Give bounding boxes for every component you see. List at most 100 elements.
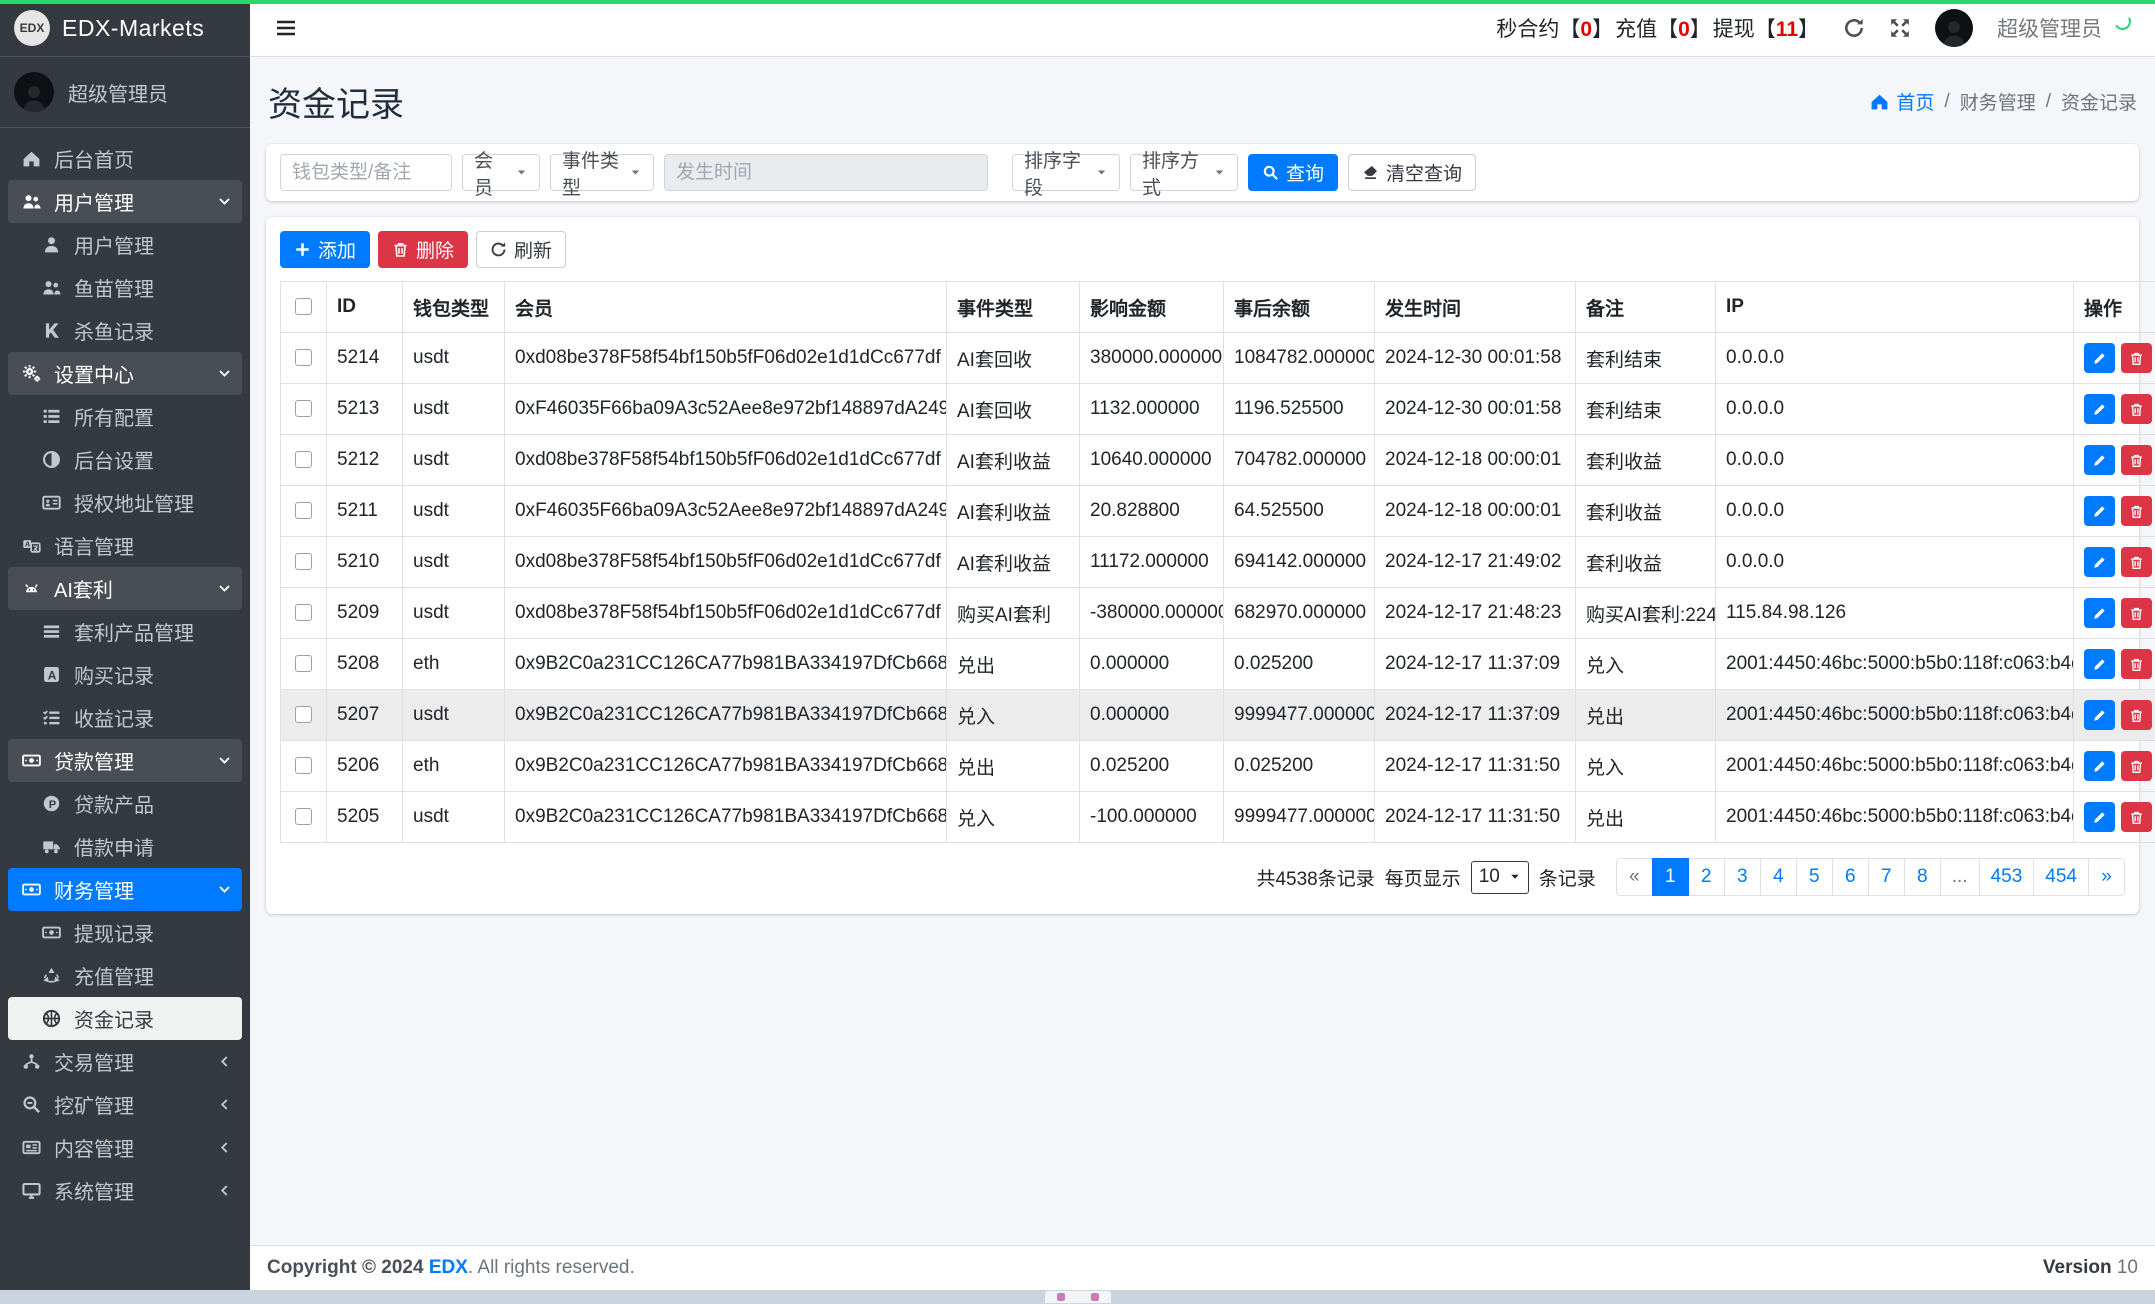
sidebar-item-内容管理[interactable]: 内容管理 [8, 1126, 242, 1169]
event-type-select[interactable]: 事件类型 [550, 154, 654, 191]
menu-toggle-icon[interactable] [274, 16, 298, 40]
sidebar-item-授权地址管理[interactable]: 授权地址管理 [8, 481, 242, 524]
delete-row-button[interactable] [2121, 598, 2152, 628]
delete-row-button[interactable] [2121, 547, 2152, 577]
alert-stat-提现[interactable]: 提现【11】 [1713, 13, 1819, 43]
refresh-button[interactable]: 刷新 [476, 231, 566, 268]
row-checkbox[interactable] [295, 400, 312, 417]
page-button-1[interactable]: 1 [1652, 858, 1689, 896]
sidebar-item-购买记录[interactable]: A购买记录 [8, 653, 242, 696]
page-button-7[interactable]: 7 [1868, 858, 1905, 896]
sidebar-item-资金记录[interactable]: 资金记录 [8, 997, 242, 1040]
edit-row-button[interactable] [2084, 700, 2115, 730]
row-checkbox[interactable] [295, 349, 312, 366]
svg-text:A: A [25, 540, 31, 549]
row-checkbox[interactable] [295, 808, 312, 825]
delete-row-button[interactable] [2121, 445, 2152, 475]
sidebar-item-充值管理[interactable]: 充值管理 [8, 954, 242, 997]
topbar-avatar[interactable] [1935, 9, 1973, 47]
sidebar-item-语言管理[interactable]: A语言管理 [8, 524, 242, 567]
row-checkbox[interactable] [295, 451, 312, 468]
edit-row-button[interactable] [2084, 496, 2115, 526]
breadcrumb-separator: / [1944, 91, 1949, 113]
row-checkbox[interactable] [295, 502, 312, 519]
chevron-left-icon [217, 1140, 232, 1155]
page-button-453[interactable]: 453 [1979, 858, 2035, 896]
row-checkbox[interactable] [295, 553, 312, 570]
delete-row-button[interactable] [2121, 343, 2152, 373]
page-button-3[interactable]: 3 [1724, 858, 1761, 896]
edit-row-button[interactable] [2084, 343, 2115, 373]
cell-remark: 套利收益 [1576, 537, 1716, 588]
sidebar-item-系统管理[interactable]: 系统管理 [8, 1169, 242, 1212]
page-button-6[interactable]: 6 [1832, 858, 1869, 896]
sidebar-item-后台设置[interactable]: 后台设置 [8, 438, 242, 481]
edit-row-button[interactable] [2084, 751, 2115, 781]
edit-row-button[interactable] [2084, 598, 2115, 628]
alert-stat-秒合约[interactable]: 秒合约【0】 [1496, 13, 1613, 43]
occur-time-input[interactable] [664, 154, 988, 191]
sidebar-item-贷款管理[interactable]: 贷款管理 [8, 739, 242, 782]
page-buttons: «12345678...453454» [1616, 858, 2125, 896]
page-button-8[interactable]: 8 [1904, 858, 1941, 896]
cell-balance: 704782.000000 [1224, 435, 1375, 486]
page-button-454[interactable]: 454 [2033, 858, 2089, 896]
search-button[interactable]: 查询 [1248, 154, 1338, 191]
user-panel-name[interactable]: 超级管理员 [68, 78, 168, 107]
add-button[interactable]: 添加 [280, 231, 370, 268]
fullscreen-icon[interactable] [1889, 17, 1911, 39]
user-avatar[interactable] [14, 72, 54, 112]
delete-row-button[interactable] [2121, 496, 2152, 526]
alert-stats[interactable]: 秒合约【0】充值【0】提现【11】 [1496, 13, 1819, 43]
page-button-5[interactable]: 5 [1796, 858, 1833, 896]
sidebar-item-收益记录[interactable]: 收益记录 [8, 696, 242, 739]
sidebar-item-杀鱼记录[interactable]: 杀鱼记录 [8, 309, 242, 352]
sidebar-item-挖矿管理[interactable]: 挖矿管理 [8, 1083, 242, 1126]
breadcrumb-home-link[interactable]: 首页 [1870, 88, 1934, 115]
sidebar-item-AI套利[interactable]: AI套利 [8, 567, 242, 610]
sidebar-item-设置中心[interactable]: 设置中心 [8, 352, 242, 395]
row-checkbox[interactable] [295, 706, 312, 723]
delete-row-button[interactable] [2121, 394, 2152, 424]
footer-brand-link[interactable]: EDX [429, 1257, 468, 1278]
delete-row-button[interactable] [2121, 700, 2152, 730]
sidebar-item-借款申请[interactable]: 借款申请 [8, 825, 242, 868]
sidebar-item-财务管理[interactable]: 财务管理 [8, 868, 242, 911]
cell-event-type: 购买AI套利 [947, 588, 1080, 639]
row-checkbox[interactable] [295, 604, 312, 621]
brand[interactable]: EDX EDX-Markets [0, 0, 250, 57]
edit-row-button[interactable] [2084, 445, 2115, 475]
row-checkbox[interactable] [295, 757, 312, 774]
sidebar-item-交易管理[interactable]: 交易管理 [8, 1040, 242, 1083]
sidebar-item-用户管理[interactable]: 用户管理 [8, 180, 242, 223]
edit-row-button[interactable] [2084, 547, 2115, 577]
edit-row-button[interactable] [2084, 394, 2115, 424]
edit-row-button[interactable] [2084, 649, 2115, 679]
per-page-select[interactable]: 10 [1471, 861, 1529, 894]
sort-order-select[interactable]: 排序方式 [1130, 154, 1238, 191]
sidebar-item-后台首页[interactable]: 后台首页 [8, 137, 242, 180]
sidebar-item-所有配置[interactable]: 所有配置 [8, 395, 242, 438]
alert-stat-充值[interactable]: 充值【0】 [1615, 13, 1711, 43]
sort-field-select[interactable]: 排序字段 [1012, 154, 1120, 191]
sidebar-item-套利产品管理[interactable]: 套利产品管理 [8, 610, 242, 653]
delete-row-button[interactable] [2121, 649, 2152, 679]
refresh-icon[interactable] [1843, 17, 1865, 39]
sidebar-item-提现记录[interactable]: 提现记录 [8, 911, 242, 954]
delete-row-button[interactable] [2121, 751, 2152, 781]
member-select[interactable]: 会员 [462, 154, 540, 191]
sidebar-item-用户管理[interactable]: 用户管理 [8, 223, 242, 266]
page-button-2[interactable]: 2 [1688, 858, 1725, 896]
delete-row-button[interactable] [2121, 802, 2152, 832]
select-all-checkbox[interactable] [295, 298, 312, 315]
page-button-»[interactable]: » [2088, 858, 2125, 896]
topbar-username[interactable]: 超级管理员 [1997, 13, 2102, 43]
delete-button[interactable]: 删除 [378, 231, 468, 268]
edit-row-button[interactable] [2084, 802, 2115, 832]
page-button-4[interactable]: 4 [1760, 858, 1797, 896]
wallet-type-input[interactable] [280, 154, 452, 191]
clear-search-button[interactable]: 清空查询 [1348, 154, 1476, 191]
sidebar-item-鱼苗管理[interactable]: 鱼苗管理 [8, 266, 242, 309]
sidebar-item-贷款产品[interactable]: P贷款产品 [8, 782, 242, 825]
row-checkbox[interactable] [295, 655, 312, 672]
